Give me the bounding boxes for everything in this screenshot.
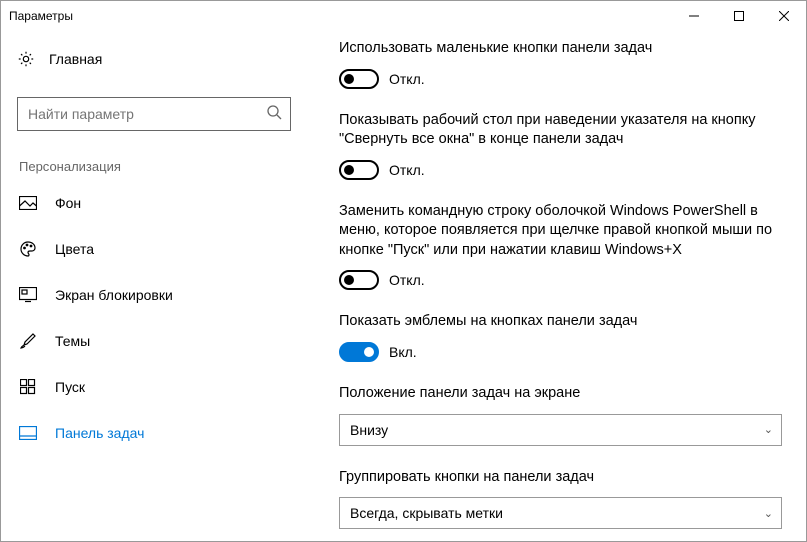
toggle-switch[interactable] (339, 342, 379, 362)
toggle-switch[interactable] (339, 270, 379, 290)
sidebar-item-label: Цвета (55, 241, 94, 257)
sidebar-item-label: Панель задач (55, 425, 144, 441)
sidebar-item-start[interactable]: Пуск (5, 364, 307, 410)
search-box[interactable] (17, 97, 291, 131)
taskbar-icon (19, 424, 37, 442)
dropdown-value: Внизу (350, 422, 764, 438)
setting-combine-buttons: Группировать кнопки на панели задач Всег… (339, 468, 782, 530)
palette-icon (19, 240, 37, 258)
sidebar-item-lockscreen[interactable]: Экран блокировки (5, 272, 307, 318)
setting-label: Показывать рабочий стол при наведении ук… (339, 111, 782, 150)
maximize-button[interactable] (716, 1, 761, 31)
section-label: Персонализация (5, 141, 307, 180)
sidebar-item-label: Экран блокировки (55, 287, 173, 303)
gear-icon (17, 50, 35, 68)
sidebar: Главная Персонализация Фон Цвета Экран б… (1, 31, 311, 541)
titlebar: Параметры (1, 1, 806, 31)
setting-powershell: Заменить командную строку оболочкой Wind… (339, 202, 782, 291)
sidebar-item-label: Фон (55, 195, 81, 211)
lockscreen-icon (19, 286, 37, 304)
setting-label: Положение панели задач на экране (339, 384, 782, 404)
home-label: Главная (49, 51, 102, 67)
search-icon (266, 104, 282, 125)
toggle-state-label: Откл. (389, 272, 425, 288)
home-nav[interactable]: Главная (5, 39, 307, 79)
setting-peek-desktop: Показывать рабочий стол при наведении ук… (339, 111, 782, 180)
toggle-switch[interactable] (339, 160, 379, 180)
sidebar-item-taskbar[interactable]: Панель задач (5, 410, 307, 456)
toggle-state-label: Откл. (389, 162, 425, 178)
setting-badges: Показать эмблемы на кнопках панели задач… (339, 312, 782, 362)
setting-label: Использовать маленькие кнопки панели зад… (339, 39, 782, 59)
picture-icon (19, 194, 37, 212)
minimize-button[interactable] (671, 1, 716, 31)
toggle-switch[interactable] (339, 69, 379, 89)
content-panel: Использовать маленькие кнопки панели зад… (311, 31, 806, 541)
dropdown-position[interactable]: Внизу ⌄ (339, 414, 782, 446)
dropdown-value: Всегда, скрывать метки (350, 505, 764, 521)
sidebar-item-colors[interactable]: Цвета (5, 226, 307, 272)
chevron-down-icon: ⌄ (764, 507, 773, 520)
toggle-state-label: Вкл. (389, 344, 417, 360)
setting-label: Заменить командную строку оболочкой Wind… (339, 202, 782, 261)
chevron-down-icon: ⌄ (764, 423, 773, 436)
sidebar-item-label: Темы (55, 333, 90, 349)
sidebar-item-themes[interactable]: Темы (5, 318, 307, 364)
sidebar-item-background[interactable]: Фон (5, 180, 307, 226)
close-button[interactable] (761, 1, 806, 31)
setting-label: Группировать кнопки на панели задач (339, 468, 782, 488)
toggle-state-label: Откл. (389, 71, 425, 87)
start-icon (19, 378, 37, 396)
sidebar-item-label: Пуск (55, 379, 85, 395)
setting-small-buttons: Использовать маленькие кнопки панели зад… (339, 39, 782, 89)
dropdown-combine[interactable]: Всегда, скрывать метки ⌄ (339, 497, 782, 529)
setting-label: Показать эмблемы на кнопках панели задач (339, 312, 782, 332)
setting-taskbar-position: Положение панели задач на экране Внизу ⌄ (339, 384, 782, 446)
window-title: Параметры (9, 9, 671, 23)
brush-icon (19, 332, 37, 350)
search-input[interactable] (28, 106, 266, 122)
